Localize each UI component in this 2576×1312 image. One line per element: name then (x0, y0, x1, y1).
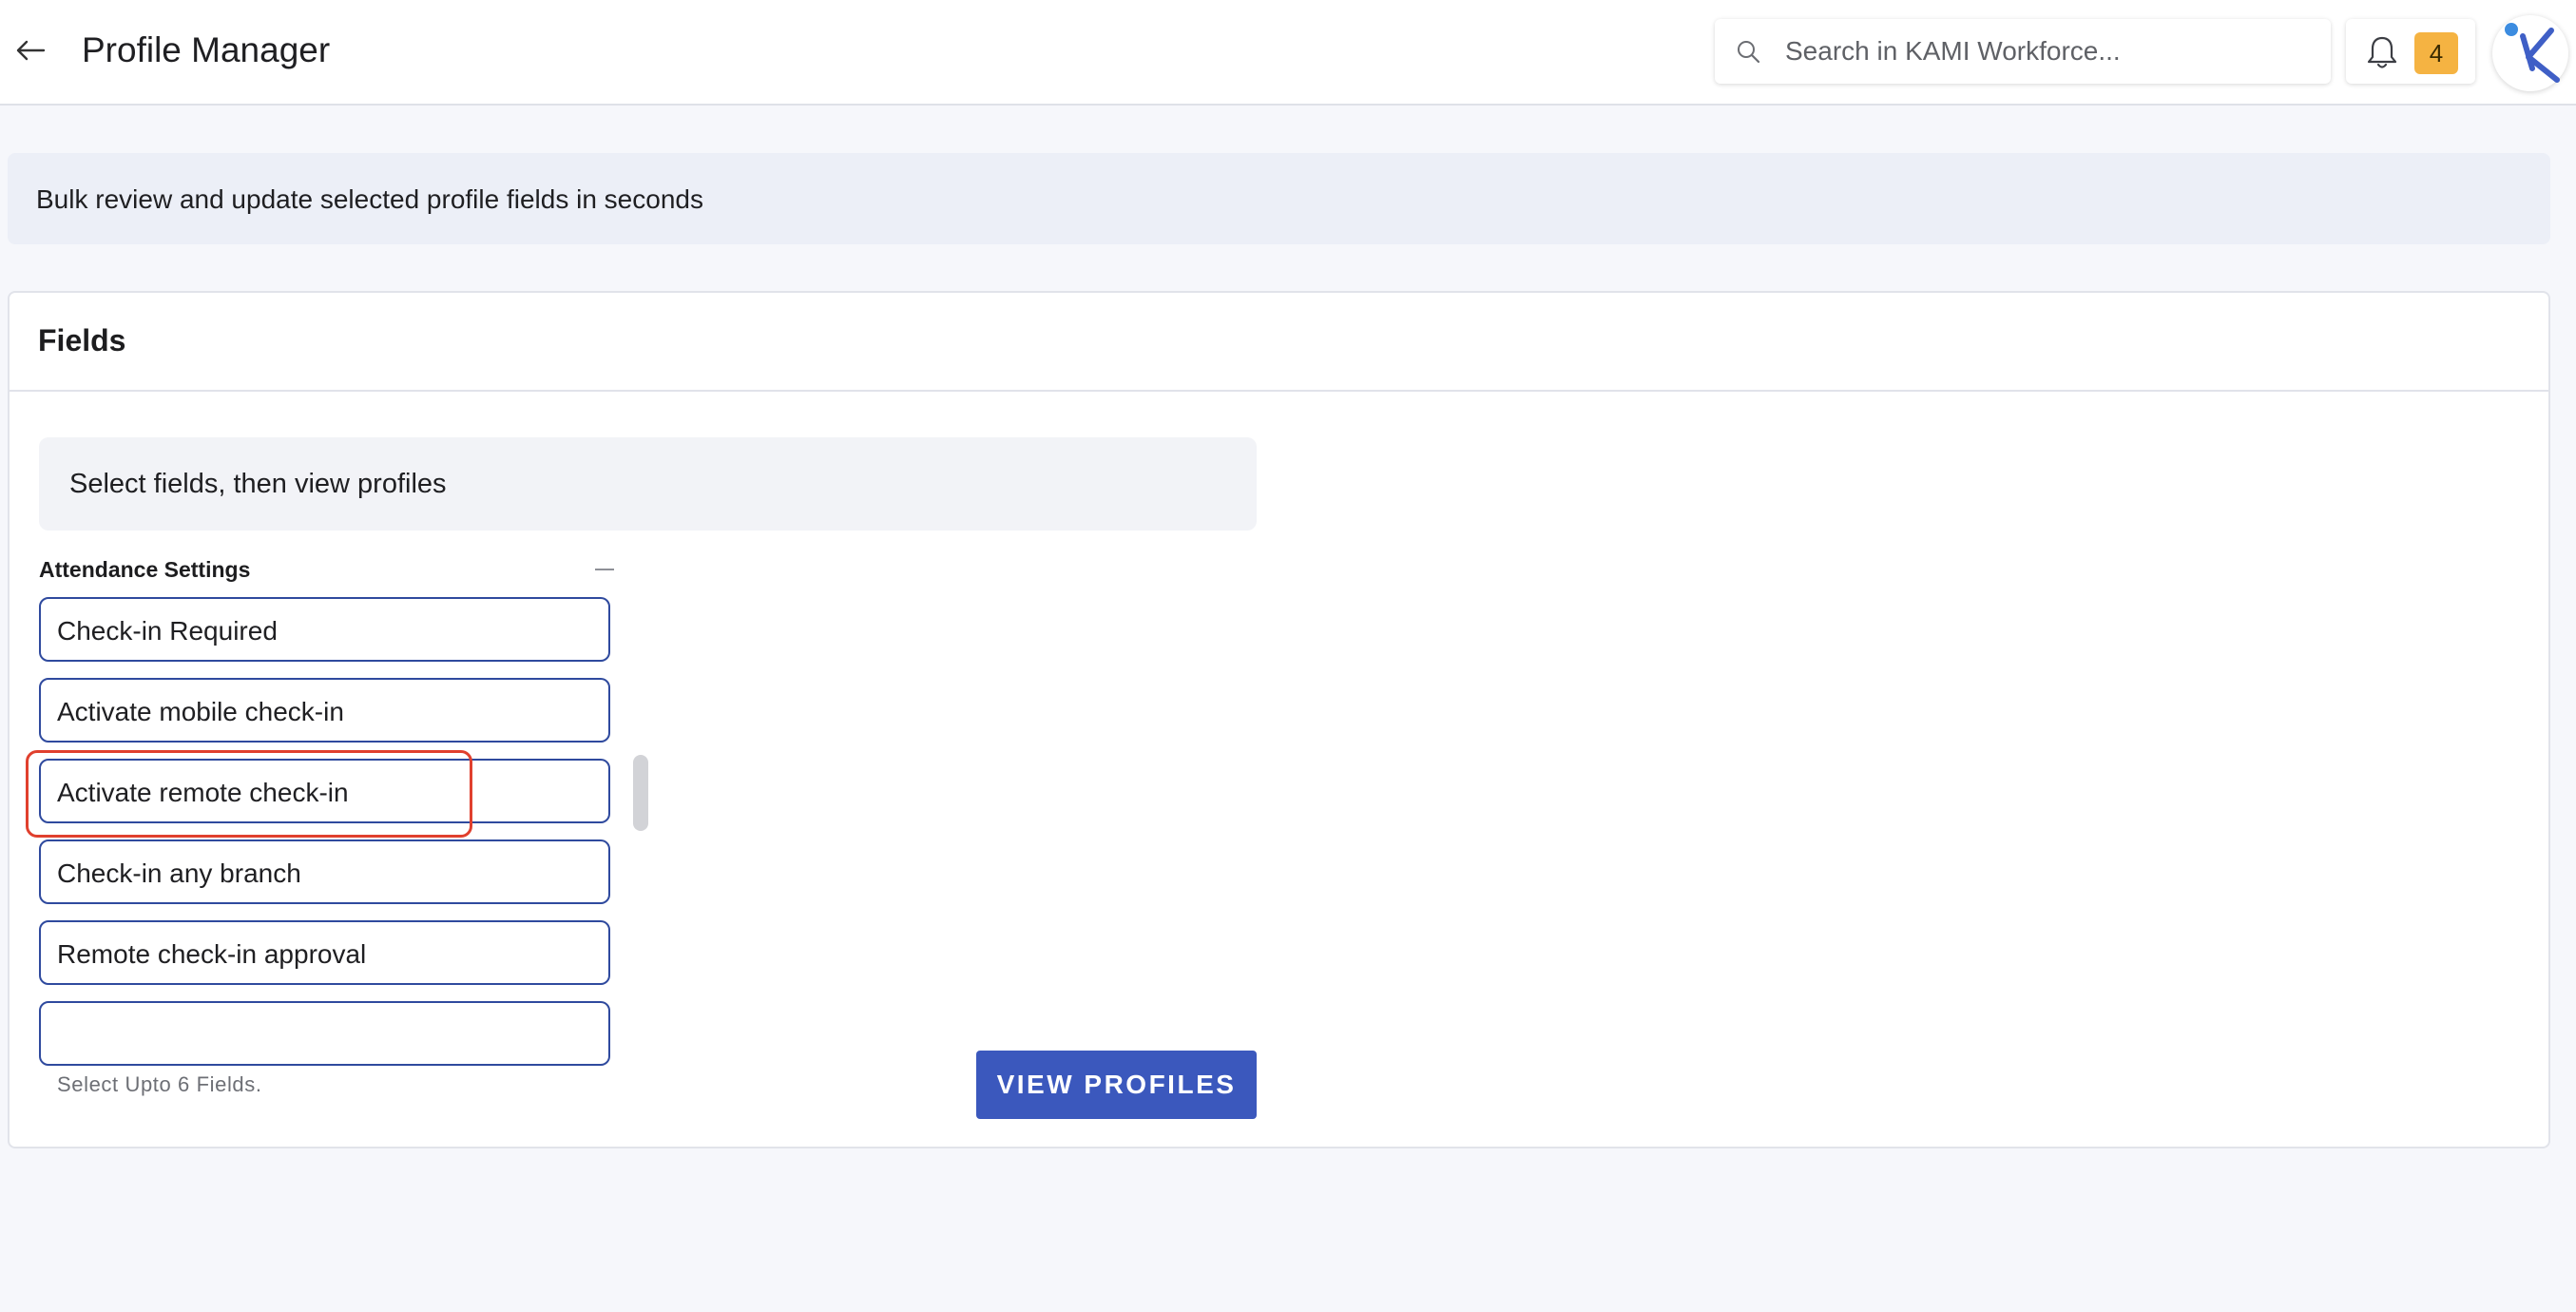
hint-text: Select fields, then view profiles (69, 469, 447, 499)
arrow-left-icon (16, 40, 46, 61)
view-profiles-button[interactable]: VIEW PROFILES (976, 1051, 1257, 1119)
field-option[interactable] (39, 1001, 610, 1066)
field-option[interactable]: Activate remote check-in (39, 759, 610, 823)
card-header: Fields (10, 293, 2548, 392)
field-list-scrollbar[interactable] (633, 755, 648, 831)
field-option-label: Activate mobile check-in (57, 697, 344, 726)
search-input[interactable] (1785, 36, 2317, 67)
app-logo[interactable] (2492, 15, 2568, 91)
field-option[interactable]: Check-in any branch (39, 839, 610, 904)
field-list[interactable]: Check-in Required Activate mobile check-… (39, 597, 619, 1312)
fields-card: Fields Select fields, then view profiles… (8, 291, 2550, 1148)
field-option[interactable]: Remote check-in approval (39, 920, 610, 985)
info-banner: Bulk review and update selected profile … (8, 153, 2550, 244)
field-option[interactable]: Check-in Required (39, 597, 610, 662)
selection-limit-note: Select Upto 6 Fields. (57, 1072, 262, 1096)
field-option-label: Activate remote check-in (57, 778, 349, 807)
field-option[interactable]: Activate mobile check-in (39, 678, 610, 743)
back-button[interactable] (11, 29, 49, 72)
notifications-button[interactable]: 4 (2346, 19, 2475, 84)
group-title: Attendance Settings (39, 557, 251, 582)
notification-count-badge: 4 (2414, 32, 2458, 74)
card-title: Fields (38, 323, 126, 357)
bell-icon (2367, 36, 2397, 68)
search-box[interactable] (1715, 19, 2331, 84)
field-option-label: Check-in Required (57, 616, 278, 646)
top-bar: Profile Manager 4 (0, 0, 2576, 106)
hint-box: Select fields, then view profiles (39, 437, 1257, 531)
collapse-group-button[interactable] (591, 558, 620, 581)
kami-logo-icon (2505, 23, 2560, 83)
search-icon (1736, 37, 1764, 66)
field-option-label: Remote check-in approval (57, 939, 367, 969)
page-title: Profile Manager (82, 30, 331, 69)
field-option-label: Check-in any branch (57, 859, 301, 888)
banner-text: Bulk review and update selected profile … (36, 184, 703, 214)
